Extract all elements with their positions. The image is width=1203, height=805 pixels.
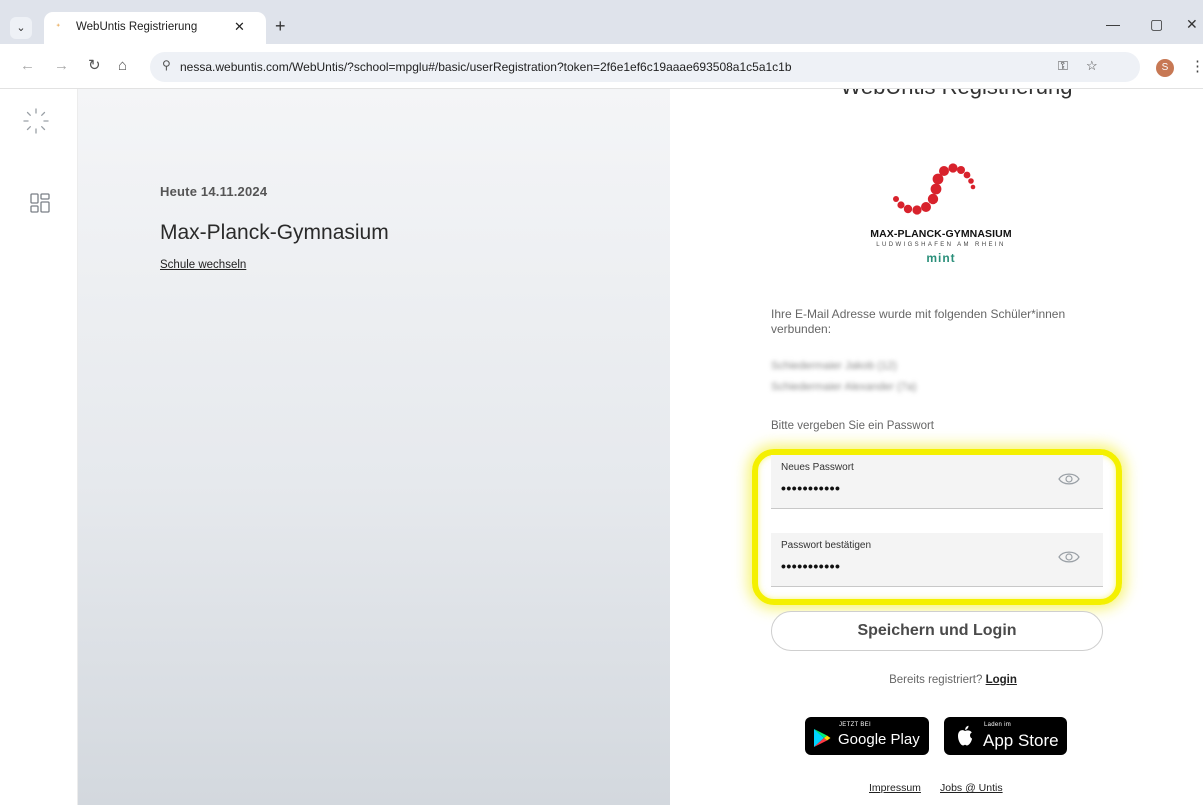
tab-close-icon[interactable]: ✕ xyxy=(234,19,245,35)
logo-school-name: MAX-PLANCK-GYMNASIUM xyxy=(870,228,1012,240)
password-key-icon[interactable]: ⚿ xyxy=(1058,58,1068,74)
password-prompt: Bitte vergeben Sie ein Passwort xyxy=(771,420,935,432)
already-registered: Bereits registriert? Login xyxy=(670,674,1203,686)
confirm-password-field[interactable]: Passwort bestätigen ••••••••••• xyxy=(771,533,1103,587)
app-store-small-text: Laden im xyxy=(984,722,1012,728)
dashboard-grid-icon[interactable] xyxy=(30,193,50,213)
site-info-icon[interactable]: ⚲ xyxy=(162,58,171,72)
show-password-eye-icon[interactable] xyxy=(1058,549,1080,565)
webuntis-favicon-icon: ᐩ xyxy=(56,22,61,34)
profile-avatar[interactable]: S xyxy=(1156,59,1174,77)
left-navigation xyxy=(0,89,78,805)
page-title: WebUntis Registrierung xyxy=(670,89,1203,100)
confirm-password-label: Passwort bestätigen xyxy=(781,540,872,551)
confirm-password-input[interactable]: ••••••••••• xyxy=(781,558,840,574)
app-store-badge[interactable]: Laden im App Store xyxy=(944,717,1067,755)
home-icon[interactable]: ⌂ xyxy=(118,57,127,75)
school-hero: Heute 14.11.2024 Max-Planck-Gymnasium Sc… xyxy=(78,89,670,805)
browser-tab-bar: ⌄ ᐩ WebUntis Registrierung ✕ + — ▢ ✕ xyxy=(0,0,1203,44)
linked-students-info: Ihre E-Mail Adresse wurde mit folgenden … xyxy=(771,307,1066,336)
apple-icon xyxy=(958,725,972,746)
google-play-small-text: JETZT BEI xyxy=(839,722,871,728)
switch-school-link[interactable]: Schule wechseln xyxy=(160,259,246,271)
maximize-icon[interactable]: ▢ xyxy=(1150,16,1163,32)
browser-tab[interactable]: ᐩ WebUntis Registrierung ✕ xyxy=(44,12,266,44)
new-password-input[interactable]: ••••••••••• xyxy=(781,480,840,496)
mint-logo: mint xyxy=(926,251,956,265)
tab-title: WebUntis Registrierung xyxy=(76,21,198,33)
registration-panel: WebUntis Registrierung xyxy=(670,89,1203,805)
impressum-link[interactable]: Impressum xyxy=(869,782,921,794)
student-entry: Schiedermaier Alexander (7a) xyxy=(771,381,917,393)
school-name: Max-Planck-Gymnasium xyxy=(160,221,389,244)
student-entry: Schiedermaier Jakob (12) xyxy=(771,360,897,372)
google-play-big-text: Google Play xyxy=(838,731,920,748)
show-password-eye-icon[interactable] xyxy=(1058,471,1080,487)
google-play-badge[interactable]: JETZT BEI Google Play xyxy=(805,717,929,755)
logo-city: LUDWIGSHAFEN AM RHEIN xyxy=(876,242,1006,248)
login-link[interactable]: Login xyxy=(986,674,1017,686)
bookmark-star-icon[interactable]: ☆ xyxy=(1086,58,1098,74)
jobs-link[interactable]: Jobs @ Untis xyxy=(940,782,1003,794)
address-bar[interactable]: ⚲ nessa.webuntis.com/WebUntis/?school=mp… xyxy=(150,52,1140,82)
save-and-login-button[interactable]: Speichern und Login xyxy=(771,611,1103,651)
tab-search-chevron-icon[interactable]: ⌄ xyxy=(10,17,32,39)
app-store-big-text: App Store xyxy=(983,731,1059,750)
back-icon[interactable]: ← xyxy=(20,57,35,75)
browser-toolbar: ← → ↻ ⌂ ⚲ nessa.webuntis.com/WebUntis/?s… xyxy=(0,44,1203,89)
minimize-icon[interactable]: — xyxy=(1106,16,1120,32)
school-logo: MAX-PLANCK-GYMNASIUM LUDWIGSHAFEN AM RHE… xyxy=(851,161,1031,276)
google-play-icon xyxy=(814,729,831,747)
forward-icon[interactable]: → xyxy=(54,57,69,75)
loading-spinner-icon xyxy=(23,108,49,134)
new-tab-icon[interactable]: + xyxy=(275,17,286,35)
new-password-label: Neues Passwort xyxy=(781,462,854,473)
page: Heute 14.11.2024 Max-Planck-Gymnasium Sc… xyxy=(0,89,1203,805)
school-logo-mark-icon xyxy=(893,163,976,215)
already-registered-text: Bereits registriert? xyxy=(889,674,983,686)
url-text[interactable]: nessa.webuntis.com/WebUntis/?school=mpgl… xyxy=(180,60,792,74)
browser-menu-icon[interactable]: ⋮ xyxy=(1190,57,1203,75)
reload-icon[interactable]: ↻ xyxy=(88,57,101,75)
window-close-icon[interactable]: ✕ xyxy=(1186,16,1198,32)
new-password-field[interactable]: Neues Passwort ••••••••••• xyxy=(771,455,1103,509)
today-date: Heute 14.11.2024 xyxy=(160,184,268,199)
